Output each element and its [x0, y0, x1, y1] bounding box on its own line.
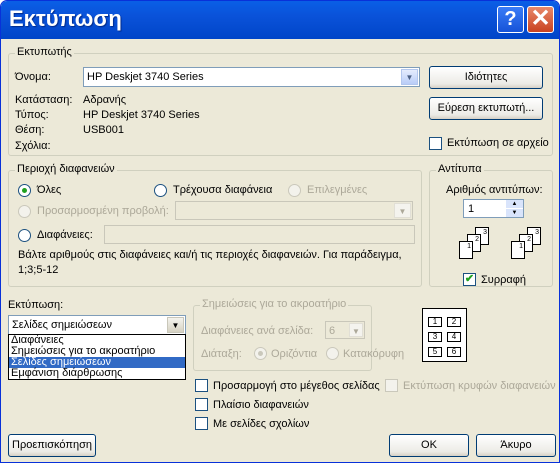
range-all-label: Όλες [37, 184, 62, 196]
printer-comment-label: Σχόλια: [15, 140, 51, 152]
collate-page-icon: 1 [511, 241, 525, 259]
help-button[interactable]: ? [497, 6, 524, 33]
range-selection-radio [288, 184, 301, 197]
handout-preview-icon: 1 2 3 4 5 6 [422, 308, 467, 362]
chevron-down-icon: ▼ [394, 203, 411, 218]
print-what-label: Εκτύπωση: [8, 299, 64, 311]
preview-button[interactable]: Προεπισκόπηση [8, 434, 96, 457]
handouts-per-page-combo: 6 ▼ [325, 321, 365, 339]
range-slides-label: Διαφάνειες: [37, 229, 93, 241]
range-current-radio[interactable] [154, 184, 167, 197]
range-custom-show-label: Προσαρμοσμένη προβολή: [37, 205, 169, 217]
order-horizontal-label: Οριζόντια [271, 348, 318, 360]
range-slides-radio[interactable] [18, 229, 31, 242]
range-hint-example: 1;3;5-12 [18, 264, 59, 276]
print-to-file-checkbox[interactable] [429, 137, 442, 150]
frame-slides-label: Πλαίσιο διαφανειών [213, 399, 309, 411]
order-vertical-label: Κατακόρυφη [343, 348, 405, 360]
copies-count-value: 1 [468, 203, 475, 215]
collate-page-icon: 1 [459, 241, 473, 259]
printer-name-value: HP Deskjet 3740 Series [87, 71, 204, 83]
printer-legend: Εκτυπωτής [15, 46, 74, 58]
slides-input[interactable] [104, 225, 415, 244]
range-hint: Βάλτε αριθμούς στις διαφάνειες και/ή τις… [18, 249, 402, 261]
order-vertical-radio [326, 347, 339, 360]
print-what-selected: Σελίδες σημειώσεων [12, 319, 112, 331]
include-comments-checkbox[interactable] [195, 417, 208, 430]
title-bar[interactable]: Εκτύπωση ? ✕ [1, 1, 559, 39]
range-selection-label: Επιλεγμένες [307, 184, 368, 196]
spin-down-icon[interactable]: ▼ [506, 209, 523, 217]
copies-spinner[interactable]: 1 ▲ ▼ [463, 199, 524, 218]
handouts-legend: Σημειώσεις για το ακροατήριο [200, 298, 349, 310]
range-current-label: Τρέχουσα διαφάνεια [173, 184, 273, 196]
find-printer-button[interactable]: Εύρεση εκτυπωτή... [429, 97, 543, 120]
copies-legend: Αντίτυπα [436, 163, 484, 175]
print-what-combo[interactable]: Σελίδες σημειώσεων ▼ [8, 315, 186, 335]
preview-slide-number: 6 [447, 347, 461, 357]
chevron-down-icon[interactable]: ▼ [401, 69, 418, 85]
frame-slides-checkbox[interactable] [195, 398, 208, 411]
printer-status-value: Αδρανής [83, 94, 126, 106]
spin-up-icon[interactable]: ▲ [506, 200, 523, 208]
properties-button[interactable]: Ιδιότητες [429, 66, 543, 89]
print-hidden-checkbox [385, 379, 398, 392]
printer-name-combo[interactable]: HP Deskjet 3740 Series ▼ [83, 67, 420, 87]
include-comments-label: Με σελίδες σχολίων [213, 418, 310, 430]
print-dialog: Εκτύπωση ? ✕ Εκτυπωτής Όνομα: HP Deskjet… [0, 0, 560, 463]
handouts-per-page-value: 6 [329, 325, 336, 337]
printer-type-label: Τύπος: [15, 109, 49, 121]
printer-name-label: Όνομα: [15, 71, 51, 83]
print-to-file-label: Εκτύπωση σε αρχείο [447, 137, 549, 149]
printer-where-value: USB001 [83, 124, 124, 136]
list-item[interactable]: Εμφάνιση διάρθρωσης [9, 368, 185, 379]
scale-to-fit-checkbox[interactable] [195, 379, 208, 392]
custom-show-combo: ▼ [175, 201, 413, 220]
printer-type-value: HP Deskjet 3740 Series [83, 109, 200, 121]
copies-count-label: Αριθμός αντιτύπων: [446, 184, 543, 196]
preview-slide-number: 3 [428, 332, 442, 342]
preview-slide-number: 2 [447, 317, 461, 327]
ok-button[interactable]: ΟΚ [389, 434, 469, 457]
chevron-down-icon[interactable]: ▼ [167, 317, 184, 333]
print-what-dropdown-list[interactable]: Διαφάνειες Σημειώσεις για το ακροατήριο … [8, 334, 186, 380]
handouts-per-page-label: Διαφάνειες ανά σελίδα: [201, 325, 314, 337]
range-custom-show-radio [18, 205, 31, 218]
preview-slide-number: 4 [447, 332, 461, 342]
window-title: Εκτύπωση [9, 6, 122, 31]
print-hidden-label: Εκτύπωση κρυφών διαφανειών [403, 380, 556, 392]
handouts-order-label: Διάταξη: [201, 348, 242, 360]
cancel-button[interactable]: Άκυρο [476, 434, 556, 457]
order-horizontal-radio [254, 347, 267, 360]
close-button[interactable]: ✕ [527, 6, 554, 33]
collate-label: Συρραφή [481, 274, 526, 286]
preview-slide-number: 5 [428, 347, 442, 357]
preview-slide-number: 1 [428, 317, 442, 327]
printer-where-label: Θέση: [15, 124, 45, 136]
printer-status-label: Κατάσταση: [15, 94, 73, 106]
range-legend: Περιοχή διαφανειών [15, 163, 117, 175]
chevron-down-icon: ▼ [349, 323, 363, 337]
range-all-radio[interactable] [18, 184, 31, 197]
scale-to-fit-label: Προσαρμογή στο μέγεθος σελίδας [213, 380, 380, 392]
collate-checkbox[interactable]: ✔ [463, 273, 476, 286]
